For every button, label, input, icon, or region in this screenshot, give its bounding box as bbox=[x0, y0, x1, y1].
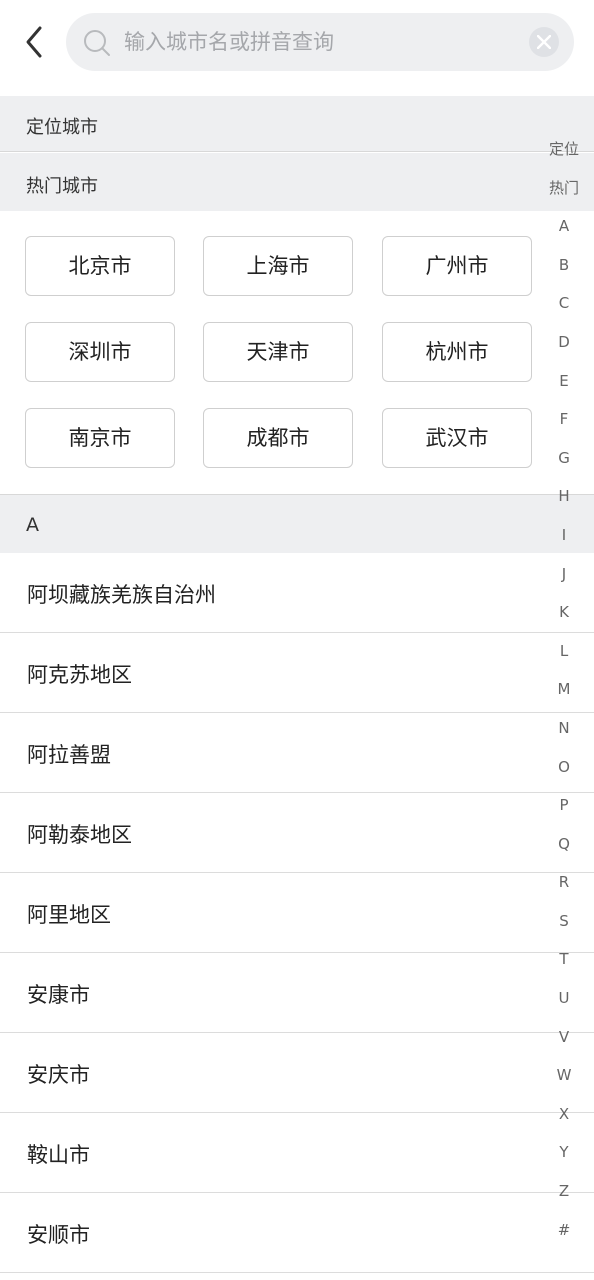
hot-city-button[interactable]: 广州市 bbox=[382, 236, 532, 296]
city-name: 阿坝藏族羌族自治州 bbox=[27, 583, 216, 607]
top-bar bbox=[0, 0, 594, 96]
index-item[interactable]: I bbox=[540, 516, 588, 555]
city-list-item[interactable]: 阿坝藏族羌族自治州 bbox=[0, 553, 594, 633]
index-item[interactable]: S bbox=[540, 902, 588, 941]
hot-city-button[interactable]: 天津市 bbox=[203, 322, 353, 382]
search-icon bbox=[84, 30, 110, 56]
section-location-header: 定位城市 bbox=[0, 96, 594, 152]
hot-city-button[interactable]: 上海市 bbox=[203, 236, 353, 296]
index-item[interactable]: J bbox=[540, 555, 588, 594]
city-list-item[interactable]: 阿勒泰地区 bbox=[0, 793, 594, 873]
index-item[interactable]: T bbox=[540, 940, 588, 979]
index-item[interactable]: 定位 bbox=[540, 130, 588, 169]
index-item[interactable]: Q bbox=[540, 825, 588, 864]
city-list-item[interactable]: 安顺市 bbox=[0, 1193, 594, 1273]
hot-city-button[interactable]: 南京市 bbox=[25, 408, 175, 468]
city-list-item[interactable]: 鞍山市 bbox=[0, 1113, 594, 1193]
index-item[interactable]: O bbox=[540, 748, 588, 787]
index-item[interactable]: A bbox=[540, 207, 588, 246]
city-name: 安顺市 bbox=[27, 1223, 90, 1247]
index-item[interactable]: G bbox=[540, 439, 588, 478]
index-item[interactable]: F bbox=[540, 400, 588, 439]
city-name: 安康市 bbox=[27, 983, 90, 1007]
city-name: 阿克苏地区 bbox=[27, 663, 132, 687]
section-hot-title: 热门城市 bbox=[26, 176, 98, 197]
index-item[interactable]: B bbox=[540, 246, 588, 285]
clear-button[interactable] bbox=[529, 27, 559, 57]
index-item[interactable]: 热门 bbox=[540, 169, 588, 208]
index-item[interactable]: X bbox=[540, 1095, 588, 1134]
index-item[interactable]: # bbox=[540, 1211, 588, 1250]
index-item[interactable]: D bbox=[540, 323, 588, 362]
search-input[interactable] bbox=[124, 13, 514, 71]
index-item[interactable]: N bbox=[540, 709, 588, 748]
clear-icon bbox=[537, 35, 551, 49]
chevron-left-icon bbox=[26, 26, 42, 58]
index-item[interactable]: V bbox=[540, 1018, 588, 1057]
section-hot-header: 热门城市 bbox=[0, 153, 594, 211]
city-name: 鞍山市 bbox=[27, 1143, 90, 1167]
index-item[interactable]: Z bbox=[540, 1172, 588, 1211]
index-item[interactable]: P bbox=[540, 786, 588, 825]
back-button[interactable] bbox=[18, 22, 52, 62]
city-list-item[interactable]: 阿里地区 bbox=[0, 873, 594, 953]
hot-city-button[interactable]: 杭州市 bbox=[382, 322, 532, 382]
section-a-title: A bbox=[26, 514, 39, 536]
index-item[interactable]: H bbox=[540, 477, 588, 516]
city-list-item[interactable]: 阿拉善盟 bbox=[0, 713, 594, 793]
index-item[interactable]: E bbox=[540, 362, 588, 401]
search-box[interactable] bbox=[66, 13, 574, 71]
section-location-title: 定位城市 bbox=[26, 117, 98, 138]
hot-city-button[interactable]: 武汉市 bbox=[382, 408, 532, 468]
city-list-item[interactable]: 安康市 bbox=[0, 953, 594, 1033]
index-item[interactable]: M bbox=[540, 670, 588, 709]
section-a-header: A bbox=[0, 494, 594, 553]
index-item[interactable]: L bbox=[540, 632, 588, 671]
hot-city-button[interactable]: 北京市 bbox=[25, 236, 175, 296]
city-list-item[interactable]: 安庆市 bbox=[0, 1033, 594, 1113]
hot-city-button[interactable]: 成都市 bbox=[203, 408, 353, 468]
index-item[interactable]: U bbox=[540, 979, 588, 1018]
index-item[interactable]: Y bbox=[540, 1133, 588, 1172]
city-list-item[interactable]: 阿克苏地区 bbox=[0, 633, 594, 713]
alphabet-index-bar[interactable]: 定位 热门 A B C D E F G H I J K L M N O P Q … bbox=[540, 130, 588, 1249]
index-item[interactable]: K bbox=[540, 593, 588, 632]
index-item[interactable]: R bbox=[540, 863, 588, 902]
city-name: 阿里地区 bbox=[27, 903, 111, 927]
city-name: 安庆市 bbox=[27, 1063, 90, 1087]
hot-city-button[interactable]: 深圳市 bbox=[25, 322, 175, 382]
index-item[interactable]: C bbox=[540, 284, 588, 323]
city-name: 阿拉善盟 bbox=[27, 743, 111, 767]
hot-city-grid: 北京市 上海市 广州市 深圳市 天津市 杭州市 南京市 成都市 武汉市 bbox=[0, 211, 594, 494]
city-list: 阿坝藏族羌族自治州 阿克苏地区 阿拉善盟 阿勒泰地区 阿里地区 安康市 安庆市 … bbox=[0, 553, 594, 1273]
index-item[interactable]: W bbox=[540, 1056, 588, 1095]
city-name: 阿勒泰地区 bbox=[27, 823, 132, 847]
